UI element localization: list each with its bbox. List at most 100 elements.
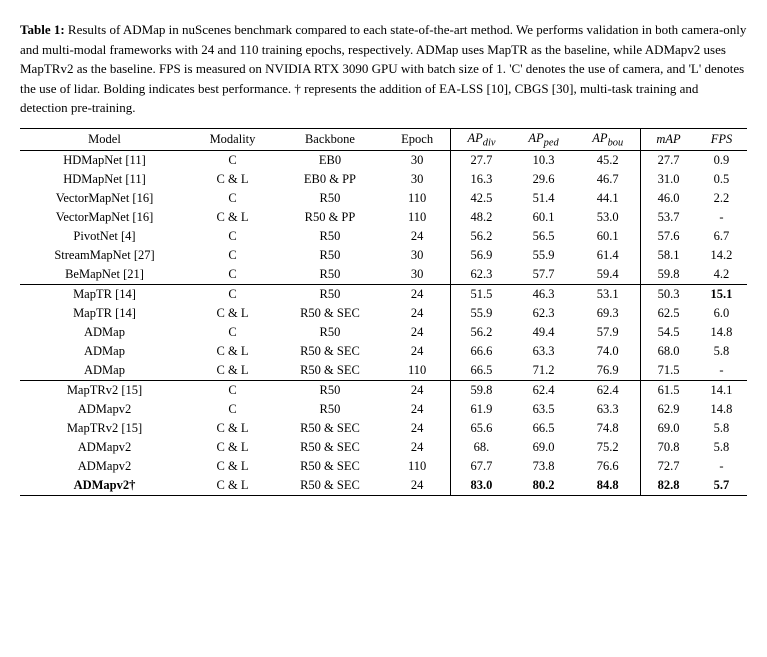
table-cell: 110	[384, 361, 451, 381]
table-row: ADMapv2C & LR50 & SEC11067.773.876.672.7…	[20, 457, 747, 476]
table-cell: 30	[384, 151, 451, 171]
table-cell: 5.7	[696, 476, 747, 496]
table-cell: 65.6	[451, 419, 512, 438]
table-cell: 15.1	[696, 285, 747, 305]
table-row: ADMapv2†C & LR50 & SEC2483.080.284.882.8…	[20, 476, 747, 496]
table-cell: 14.1	[696, 381, 747, 401]
table-cell: 50.3	[641, 285, 696, 305]
table-cell: 76.9	[575, 361, 640, 381]
table-cell: 51.4	[512, 189, 576, 208]
table-cell: 62.9	[641, 400, 696, 419]
table-cell: 24	[384, 476, 451, 496]
table-cell: C & L	[189, 342, 276, 361]
table-cell: C	[189, 151, 276, 171]
table-cell: VectorMapNet [16]	[20, 189, 189, 208]
table-label: Table 1:	[20, 22, 65, 37]
table-cell: ADMap	[20, 323, 189, 342]
table-cell: 30	[384, 246, 451, 265]
table-cell: C	[189, 323, 276, 342]
table-cell: -	[696, 361, 747, 381]
table-cell: VectorMapNet [16]	[20, 208, 189, 227]
col-modality: Modality	[189, 128, 276, 151]
table-cell: 27.7	[641, 151, 696, 171]
table-cell: R50	[276, 381, 384, 401]
table-cell: 80.2	[512, 476, 576, 496]
table-cell: 76.6	[575, 457, 640, 476]
table-cell: ADMapv2†	[20, 476, 189, 496]
table-cell: R50 & SEC	[276, 438, 384, 457]
table-cell: 83.0	[451, 476, 512, 496]
table-cell: 55.9	[512, 246, 576, 265]
table-cell: R50	[276, 400, 384, 419]
table-row: MapTR [14]C & LR50 & SEC2455.962.369.362…	[20, 304, 747, 323]
table-cell: 27.7	[451, 151, 512, 171]
table-cell: R50	[276, 323, 384, 342]
table-cell: MapTRv2 [15]	[20, 419, 189, 438]
table-cell: 30	[384, 265, 451, 285]
table-cell: ADMapv2	[20, 438, 189, 457]
table-cell: 5.8	[696, 438, 747, 457]
table-cell: 14.8	[696, 323, 747, 342]
table-cell: BeMapNet [21]	[20, 265, 189, 285]
table-cell: StreamMapNet [27]	[20, 246, 189, 265]
table-cell: 75.2	[575, 438, 640, 457]
table-cell: 2.2	[696, 189, 747, 208]
col-fps: FPS	[696, 128, 747, 151]
table-row: BeMapNet [21]CR503062.357.759.459.84.2	[20, 265, 747, 285]
table-caption: Table 1: Results of ADMap in nuScenes be…	[20, 20, 747, 118]
table-cell: 61.5	[641, 381, 696, 401]
table-cell: 5.8	[696, 342, 747, 361]
table-cell: 60.1	[512, 208, 576, 227]
table-cell: 4.2	[696, 265, 747, 285]
table-cell: R50 & SEC	[276, 304, 384, 323]
table-cell: 54.5	[641, 323, 696, 342]
table-cell: 69.3	[575, 304, 640, 323]
table-row: StreamMapNet [27]CR503056.955.961.458.11…	[20, 246, 747, 265]
table-cell: C & L	[189, 457, 276, 476]
table-cell: C & L	[189, 476, 276, 496]
table-cell: 61.9	[451, 400, 512, 419]
table-cell: PivotNet [4]	[20, 227, 189, 246]
table-cell: 66.6	[451, 342, 512, 361]
table-cell: 68.0	[641, 342, 696, 361]
table-cell: C	[189, 400, 276, 419]
table-cell: R50 & SEC	[276, 342, 384, 361]
col-ap-div: APdiv	[451, 128, 512, 151]
table-row: VectorMapNet [16]C & LR50 & PP11048.260.…	[20, 208, 747, 227]
table-cell: 24	[384, 438, 451, 457]
table-row: HDMapNet [11]C & LEB0 & PP3016.329.646.7…	[20, 170, 747, 189]
table-row: PivotNet [4]CR502456.256.560.157.66.7	[20, 227, 747, 246]
table-cell: C & L	[189, 438, 276, 457]
table-row: MapTRv2 [15]CR502459.862.462.461.514.1	[20, 381, 747, 401]
table-cell: 63.3	[512, 342, 576, 361]
table-cell: 110	[384, 189, 451, 208]
table-cell: 24	[384, 419, 451, 438]
table-cell: EB0 & PP	[276, 170, 384, 189]
table-cell: C & L	[189, 419, 276, 438]
table-cell: HDMapNet [11]	[20, 170, 189, 189]
table-cell: 69.0	[641, 419, 696, 438]
table-cell: R50	[276, 265, 384, 285]
table-cell: C & L	[189, 361, 276, 381]
table-cell: 6.7	[696, 227, 747, 246]
table-cell: 70.8	[641, 438, 696, 457]
table-cell: 53.7	[641, 208, 696, 227]
table-cell: 31.0	[641, 170, 696, 189]
table-cell: ADMap	[20, 342, 189, 361]
table-row: MapTRv2 [15]C & LR50 & SEC2465.666.574.8…	[20, 419, 747, 438]
table-cell: C	[189, 227, 276, 246]
table-cell: 110	[384, 457, 451, 476]
table-cell: 62.3	[451, 265, 512, 285]
table-cell: MapTR [14]	[20, 304, 189, 323]
table-cell: 46.0	[641, 189, 696, 208]
table-cell: 56.2	[451, 323, 512, 342]
table-cell: 74.8	[575, 419, 640, 438]
caption-text: Results of ADMap in nuScenes benchmark c…	[20, 22, 746, 115]
table-cell: 24	[384, 304, 451, 323]
table-cell: 55.9	[451, 304, 512, 323]
table-cell: 44.1	[575, 189, 640, 208]
table-cell: 53.1	[575, 285, 640, 305]
table-cell: 58.1	[641, 246, 696, 265]
table-header-row: Model Modality Backbone Epoch APdiv APpe…	[20, 128, 747, 151]
table-cell: R50	[276, 227, 384, 246]
